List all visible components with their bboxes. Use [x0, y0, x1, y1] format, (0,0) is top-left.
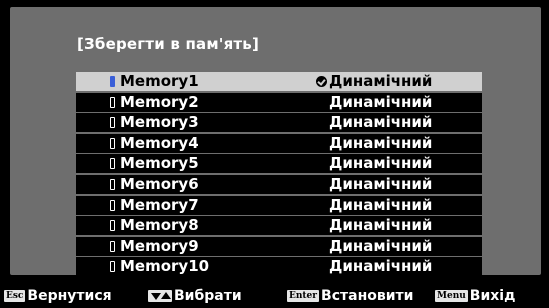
exit-label: Вихід — [469, 288, 516, 304]
memory-slot-icon — [110, 199, 115, 211]
memory-row[interactable]: Memory2 Динамічний — [76, 92, 482, 112]
color-mode-value: Динамічний — [329, 72, 433, 90]
color-mode-value: Динамічний — [329, 257, 433, 276]
enter-key-icon: Enter — [287, 290, 320, 302]
memory-row[interactable]: Memory5 Динамічний — [76, 154, 482, 174]
color-mode-value: Динамічний — [329, 92, 433, 111]
memory-row[interactable]: Memory10 Динамічний — [76, 257, 482, 277]
memory-row[interactable]: Memory9 Динамічний — [76, 236, 482, 256]
memory-name: Memory10 — [120, 257, 210, 276]
memory-name: Memory1 — [120, 72, 199, 90]
projector-menu-screen: [Зберегти в пам'ять] Memory1 Динамічний Me… — [0, 0, 549, 304]
memory-slot-icon — [110, 117, 115, 129]
memory-slot-icon — [110, 261, 115, 273]
memory-row[interactable]: Memory8 Динамічний — [76, 216, 482, 236]
esc-key-icon: Esc — [4, 290, 26, 302]
memory-list: Memory1 Динамічний Memory2 Динамічний Memory… — [76, 72, 482, 278]
memory-row[interactable]: Memory6 Динамічний — [76, 175, 482, 194]
memory-row[interactable]: Memory1 Динамічний — [76, 72, 482, 91]
memory-slot-icon — [110, 137, 115, 149]
memory-slot-icon — [110, 96, 115, 108]
color-mode-value: Динамічний — [329, 216, 433, 235]
memory-name: Memory9 — [120, 236, 199, 255]
memory-name: Memory8 — [120, 216, 199, 235]
memory-row[interactable]: Memory4 Динамічний — [76, 133, 482, 153]
memory-slot-icon — [110, 158, 115, 170]
memory-name: Memory5 — [120, 154, 199, 173]
memory-slot-icon — [110, 220, 115, 232]
back-label: Вернутися — [27, 288, 112, 304]
color-mode-value: Динамічний — [329, 154, 433, 173]
set-hint[interactable]: Enter Встановити — [287, 289, 413, 304]
memory-name: Memory6 — [120, 175, 199, 193]
color-mode-value: Динамічний — [329, 236, 433, 255]
color-mode-value: Динамічний — [329, 195, 433, 214]
select-label: Вибрати — [174, 288, 242, 304]
memory-slot-icon — [110, 179, 115, 190]
memory-row[interactable]: Memory3 Динамічний — [76, 113, 482, 133]
up-down-arrows-icon — [148, 290, 172, 302]
back-hint[interactable]: Esc Вернутися — [4, 289, 112, 304]
memory-slot-icon — [110, 240, 115, 252]
exit-hint[interactable]: Menu Вихід — [435, 289, 515, 304]
memory-row[interactable]: Memory7 Динамічний — [76, 195, 482, 215]
menu-key-icon: Menu — [435, 290, 468, 302]
color-mode-value: Динамічний — [329, 175, 433, 193]
color-mode-value: Динамічний — [329, 113, 433, 132]
memory-slot-icon — [110, 76, 115, 87]
panel-title: [Зберегти в пам'ять] — [77, 35, 260, 53]
memory-name: Memory2 — [120, 92, 199, 111]
memory-name: Memory7 — [120, 195, 199, 214]
color-mode-value: Динамічний — [329, 133, 433, 152]
checkmark-icon — [316, 76, 327, 87]
memory-name: Memory3 — [120, 113, 199, 132]
select-hint[interactable]: Вибрати — [148, 289, 242, 304]
footer-hints: Esc Вернутися Вибрати Enter Встановити Men… — [0, 289, 549, 304]
set-label: Встановити — [321, 288, 414, 304]
memory-name: Memory4 — [120, 133, 199, 152]
